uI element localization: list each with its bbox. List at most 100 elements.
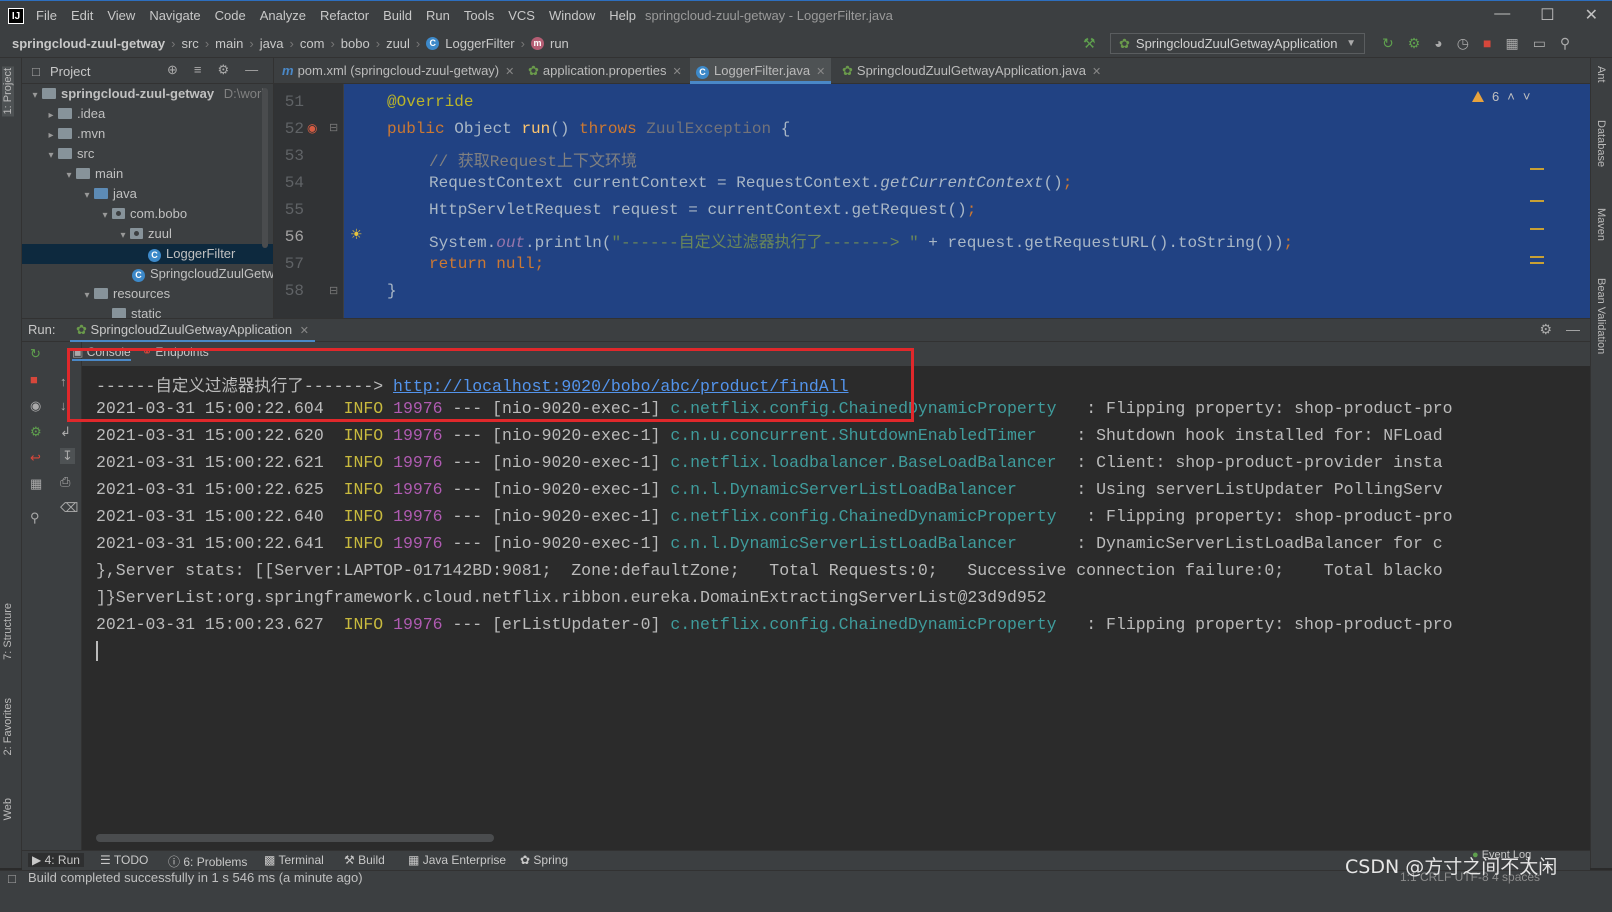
menu-build[interactable]: Build (383, 8, 412, 23)
breadcrumb-bobo[interactable]: bobo (341, 36, 370, 51)
tree-item-static[interactable]: static (22, 304, 273, 318)
tab-build[interactable]: ⚒ Build (344, 853, 385, 867)
menu-edit[interactable]: Edit (71, 8, 93, 23)
hide-icon[interactable]: — (1566, 321, 1580, 338)
error-stripe-mark[interactable] (1530, 168, 1544, 170)
stop-icon[interactable]: ■ (1483, 35, 1491, 52)
error-stripe-mark[interactable] (1530, 256, 1544, 258)
inspection-widget[interactable]: 6 ˄ ˅ (1472, 89, 1530, 104)
project-panel-title[interactable]: Project (50, 64, 90, 79)
minimize-icon[interactable]: — (1494, 5, 1510, 25)
horizontal-scrollbar[interactable] (96, 834, 494, 842)
error-stripe-mark[interactable] (1530, 200, 1544, 202)
gear-icon[interactable]: ⚙ (218, 62, 230, 78)
collapse-all-icon[interactable]: ≡ (194, 62, 202, 78)
menu-tools[interactable]: Tools (464, 8, 494, 23)
tree-item-application-class[interactable]: C SpringcloudZuulGetw (22, 264, 273, 284)
code-editor[interactable]: 51 52 53 54 55 56 57 58 ◉ ⊟ ⊟ ☀ @Overrid… (274, 84, 1590, 318)
tree-item-com-bobo[interactable]: ▾ com.bobo (22, 204, 273, 224)
trash-icon[interactable]: ⌫ (60, 500, 78, 516)
pin-icon[interactable]: ⚲ (30, 510, 40, 526)
tab-run[interactable]: ▶ 4: Run (28, 853, 84, 867)
structure-tool-tab[interactable]: 7: Structure (2, 603, 14, 660)
maximize-icon[interactable]: ☐ (1540, 5, 1554, 25)
tab-java-enterprise[interactable]: ▦ Java Enterprise (408, 853, 506, 867)
locate-icon[interactable]: ⊕ (167, 62, 178, 78)
breadcrumb-main[interactable]: main (215, 36, 243, 51)
rerun-icon[interactable]: ↻ (30, 346, 41, 362)
coverage-icon[interactable]: ◕ (1434, 35, 1442, 52)
menu-code[interactable]: Code (215, 8, 246, 23)
menu-refactor[interactable]: Refactor (320, 8, 369, 23)
close-icon[interactable]: ✕ (672, 66, 681, 78)
tab-todo[interactable]: ☰ TODO (100, 853, 148, 867)
debug-icon[interactable]: ⚙ (1408, 35, 1421, 52)
debug-icon[interactable]: ⚙ (30, 424, 42, 440)
bean-validation-tool-tab[interactable]: Bean Validation (1595, 278, 1607, 354)
hide-icon[interactable]: — (245, 62, 258, 78)
profile-icon[interactable]: ◷ (1457, 35, 1469, 52)
tree-item-idea[interactable]: ▸ .idea (22, 104, 273, 124)
tab-loggerfilter-java[interactable]: C LoggerFilter.java ✕ (690, 58, 832, 84)
tab-problems[interactable]: ⓘ 6: Problems (168, 853, 247, 870)
project-tool-tab[interactable]: 1: Project (2, 66, 14, 117)
tree-item-resources[interactable]: ▾ resources (22, 284, 273, 304)
print-icon[interactable]: ⎙ (60, 474, 70, 490)
menu-file[interactable]: File (36, 8, 57, 23)
console-output[interactable]: ------自定义过滤器执行了-------> http://localhost… (82, 366, 1590, 850)
project-structure-icon[interactable]: ▦ (1505, 35, 1518, 52)
arrow-up-icon[interactable]: ↑ (60, 374, 67, 389)
menu-run[interactable]: Run (426, 8, 450, 23)
breadcrumb-method[interactable]: run (550, 36, 569, 51)
close-icon[interactable]: ✕ (816, 66, 825, 78)
soft-wrap-icon[interactable]: ↲ (60, 424, 71, 440)
tree-item-mvn[interactable]: ▸ .mvn (22, 124, 273, 144)
layout-icon[interactable]: ▦ (30, 476, 42, 492)
menu-navigate[interactable]: Navigate (149, 8, 200, 23)
tab-terminal[interactable]: ▩ Terminal (264, 853, 324, 867)
camera-icon[interactable]: ◉ (30, 398, 41, 414)
stop-icon[interactable]: ■ (30, 372, 38, 387)
run-configuration-select[interactable]: ✿ SpringcloudZuulGetwayApplication ▼ (1110, 33, 1365, 54)
breadcrumb-zuul[interactable]: zuul (386, 36, 410, 51)
scroll-to-end-icon[interactable]: ↧ (60, 448, 75, 464)
close-icon[interactable]: ✕ (1092, 66, 1101, 78)
override-marker-icon[interactable]: ◉ (307, 121, 317, 135)
breadcrumb-class[interactable]: LoggerFilter (445, 36, 514, 51)
tab-spring[interactable]: ✿ Spring (520, 853, 568, 867)
fold-icon[interactable]: ⊟ (329, 284, 338, 297)
maven-tool-tab[interactable]: Maven (1595, 208, 1607, 241)
layout-icon[interactable]: ▭ (1533, 35, 1546, 52)
status-message[interactable]: Build completed successfully in 1 s 546 … (28, 870, 363, 885)
build-hammer-icon[interactable]: ⚒ (1083, 35, 1096, 52)
breadcrumb-project[interactable]: springcloud-zuul-getway (12, 36, 165, 51)
chevron-down-icon[interactable]: ˅ (1523, 89, 1531, 104)
tab-application-java[interactable]: ✿ SpringcloudZuulGetwayApplication.java ✕ (836, 58, 1107, 84)
intention-bulb-icon[interactable]: ☀ (350, 226, 363, 243)
tree-item-java[interactable]: ▾ java (22, 184, 273, 204)
tree-item-src[interactable]: ▾ src (22, 144, 273, 164)
ant-tool-tab[interactable]: Ant (1595, 66, 1607, 83)
project-scrollbar[interactable] (262, 88, 268, 248)
tab-application-properties[interactable]: ✿ application.properties ✕ (522, 58, 688, 84)
tab-pom-xml[interactable]: m pom.xml (springcloud-zuul-getway) ✕ (276, 58, 520, 84)
breadcrumb-src[interactable]: src (181, 36, 198, 51)
exit-icon[interactable]: ↩ (30, 450, 41, 466)
close-icon[interactable]: ✕ (505, 66, 514, 78)
arrow-down-icon[interactable]: ↓ (60, 398, 67, 413)
close-icon[interactable]: ✕ (1585, 5, 1598, 25)
run-tab[interactable]: ✿ SpringcloudZuulGetwayApplication ✕ (70, 319, 315, 343)
favorites-tool-tab[interactable]: 2: Favorites (2, 698, 14, 755)
error-stripe-mark[interactable] (1530, 262, 1544, 264)
tree-item-main[interactable]: ▾ main (22, 164, 273, 184)
search-icon[interactable]: ⚲ (1560, 35, 1570, 52)
breadcrumb-com[interactable]: com (300, 36, 325, 51)
error-stripe-mark[interactable] (1530, 228, 1544, 230)
close-icon[interactable]: ✕ (300, 325, 309, 337)
menu-vcs[interactable]: VCS (508, 8, 535, 23)
chevron-up-icon[interactable]: ˄ (1507, 89, 1515, 104)
menu-help[interactable]: Help (609, 8, 636, 23)
database-tool-tab[interactable]: Database (1595, 120, 1607, 167)
fold-icon[interactable]: ⊟ (329, 121, 338, 134)
menu-window[interactable]: Window (549, 8, 595, 23)
